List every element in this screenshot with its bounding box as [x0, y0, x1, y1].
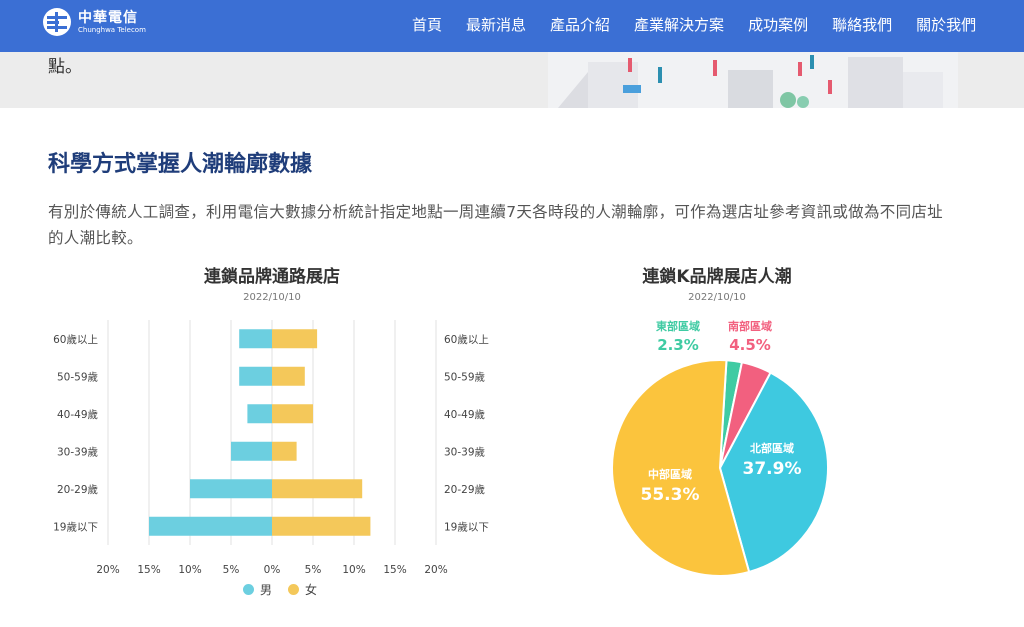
top-navbar: 中華電信 Chunghwa Telecom 首頁 最新消息 產品介紹 產業解決方… — [0, 0, 1024, 52]
region-pie-chart: 東部區域 2.3% 南部區域 4.5% 北部區域 37.9% 中部區域 55.3% — [611, 319, 829, 577]
x-tick-label: 5% — [223, 564, 240, 576]
bar-chart-legend: 男 女 — [243, 581, 333, 598]
nav-cases[interactable]: 成功案例 — [748, 14, 808, 35]
slice-value-label: 2.3% — [657, 336, 699, 354]
bar-male — [239, 329, 272, 349]
x-tick-label: 5% — [305, 564, 322, 576]
bar-male — [149, 516, 272, 536]
pie-chart-title: 連鎖K品牌展店人潮 — [642, 267, 792, 287]
nav-products[interactable]: 產品介紹 — [550, 14, 610, 35]
legend-female[interactable]: 女 — [288, 581, 317, 598]
female-dot-icon — [288, 584, 300, 595]
age-gender-bar-chart: 20% 15% 10% 5% 0% 5% 10% 15% 20% 60歲以上 60歲以上 50-59歲… — [53, 320, 489, 576]
bar-male — [239, 366, 272, 386]
logo-name: 中華電信 — [78, 9, 138, 26]
legend-male[interactable]: 男 — [243, 581, 272, 598]
y-tick-label-left: 19歲以下 — [53, 520, 98, 533]
y-tick-label-left: 60歲以上 — [53, 333, 98, 346]
x-tick-label: 20% — [96, 564, 119, 576]
bar-male — [190, 479, 272, 499]
legend-female-label: 女 — [305, 583, 318, 597]
slice-name-label: 中部區域 — [648, 467, 692, 481]
bar-female — [272, 366, 305, 386]
chunghwa-logo-icon — [43, 8, 71, 36]
hero-banner: 點。 — [0, 52, 1024, 108]
y-tick-label-left: 50-59歲 — [57, 370, 98, 383]
nav-contact[interactable]: 聯絡我們 — [832, 14, 892, 35]
x-tick-label: 10% — [178, 564, 201, 576]
y-tick-label-left: 30-39歲 — [57, 445, 98, 458]
y-tick-label-right: 20-29歲 — [444, 483, 485, 496]
slice-value-label: 55.3% — [641, 485, 700, 505]
legend-male-label: 男 — [260, 583, 273, 597]
male-dot-icon — [243, 584, 254, 595]
bar-female — [272, 441, 297, 461]
x-tick-label: 0% — [264, 564, 281, 576]
slice-name-label: 東部區域 — [656, 319, 700, 333]
bar-male — [247, 404, 272, 424]
slice-name-label: 南部區域 — [728, 319, 772, 333]
x-tick-label: 15% — [383, 564, 406, 576]
nav-solutions[interactable]: 產業解決方案 — [634, 14, 724, 35]
main-menu: 首頁 最新消息 產品介紹 產業解決方案 成功案例 聯絡我們 關於我們 — [400, 14, 988, 35]
nav-home[interactable]: 首頁 — [412, 14, 442, 35]
slice-value-label: 4.5% — [729, 336, 771, 354]
bar-chart-title: 連鎖品牌通路展店 — [204, 267, 340, 287]
section-description: 有別於傳統人工調查，利用電信大數據分析統計指定地點一周連續7天各時段的人潮輪廓，… — [48, 203, 943, 247]
pie-chart-date: 2022/10/10 — [688, 292, 746, 303]
city-illustration-image — [548, 52, 958, 108]
nav-news[interactable]: 最新消息 — [466, 14, 526, 35]
bar-female — [272, 404, 313, 424]
bar-female — [272, 479, 363, 499]
hero-text: 點。 — [48, 57, 82, 77]
bar-female — [272, 516, 371, 536]
y-tick-label-right: 40-49歲 — [444, 408, 485, 421]
x-tick-label: 20% — [424, 564, 447, 576]
slice-name-label: 北部區域 — [750, 441, 794, 455]
bar-male — [231, 441, 272, 461]
section-title: 科學方式掌握人潮輪廓數據 — [48, 152, 313, 177]
y-tick-label-right: 30-39歲 — [444, 445, 485, 458]
x-tick-label: 10% — [342, 564, 365, 576]
nav-about[interactable]: 關於我們 — [916, 14, 976, 35]
x-tick-label: 15% — [137, 564, 160, 576]
y-tick-label-right: 19歲以下 — [444, 520, 489, 533]
logo-english-name: Chunghwa Telecom — [78, 25, 146, 34]
bar-chart-date: 2022/10/10 — [243, 292, 301, 303]
y-tick-label-left: 40-49歲 — [57, 408, 98, 421]
bar-female — [272, 329, 318, 349]
y-tick-label-right: 50-59歲 — [444, 370, 485, 383]
slice-value-label: 37.9% — [743, 459, 802, 479]
y-tick-label-right: 60歲以上 — [444, 333, 489, 346]
brand-logo[interactable]: 中華電信 Chunghwa Telecom — [42, 7, 146, 37]
y-tick-label-left: 20-29歲 — [57, 483, 98, 496]
